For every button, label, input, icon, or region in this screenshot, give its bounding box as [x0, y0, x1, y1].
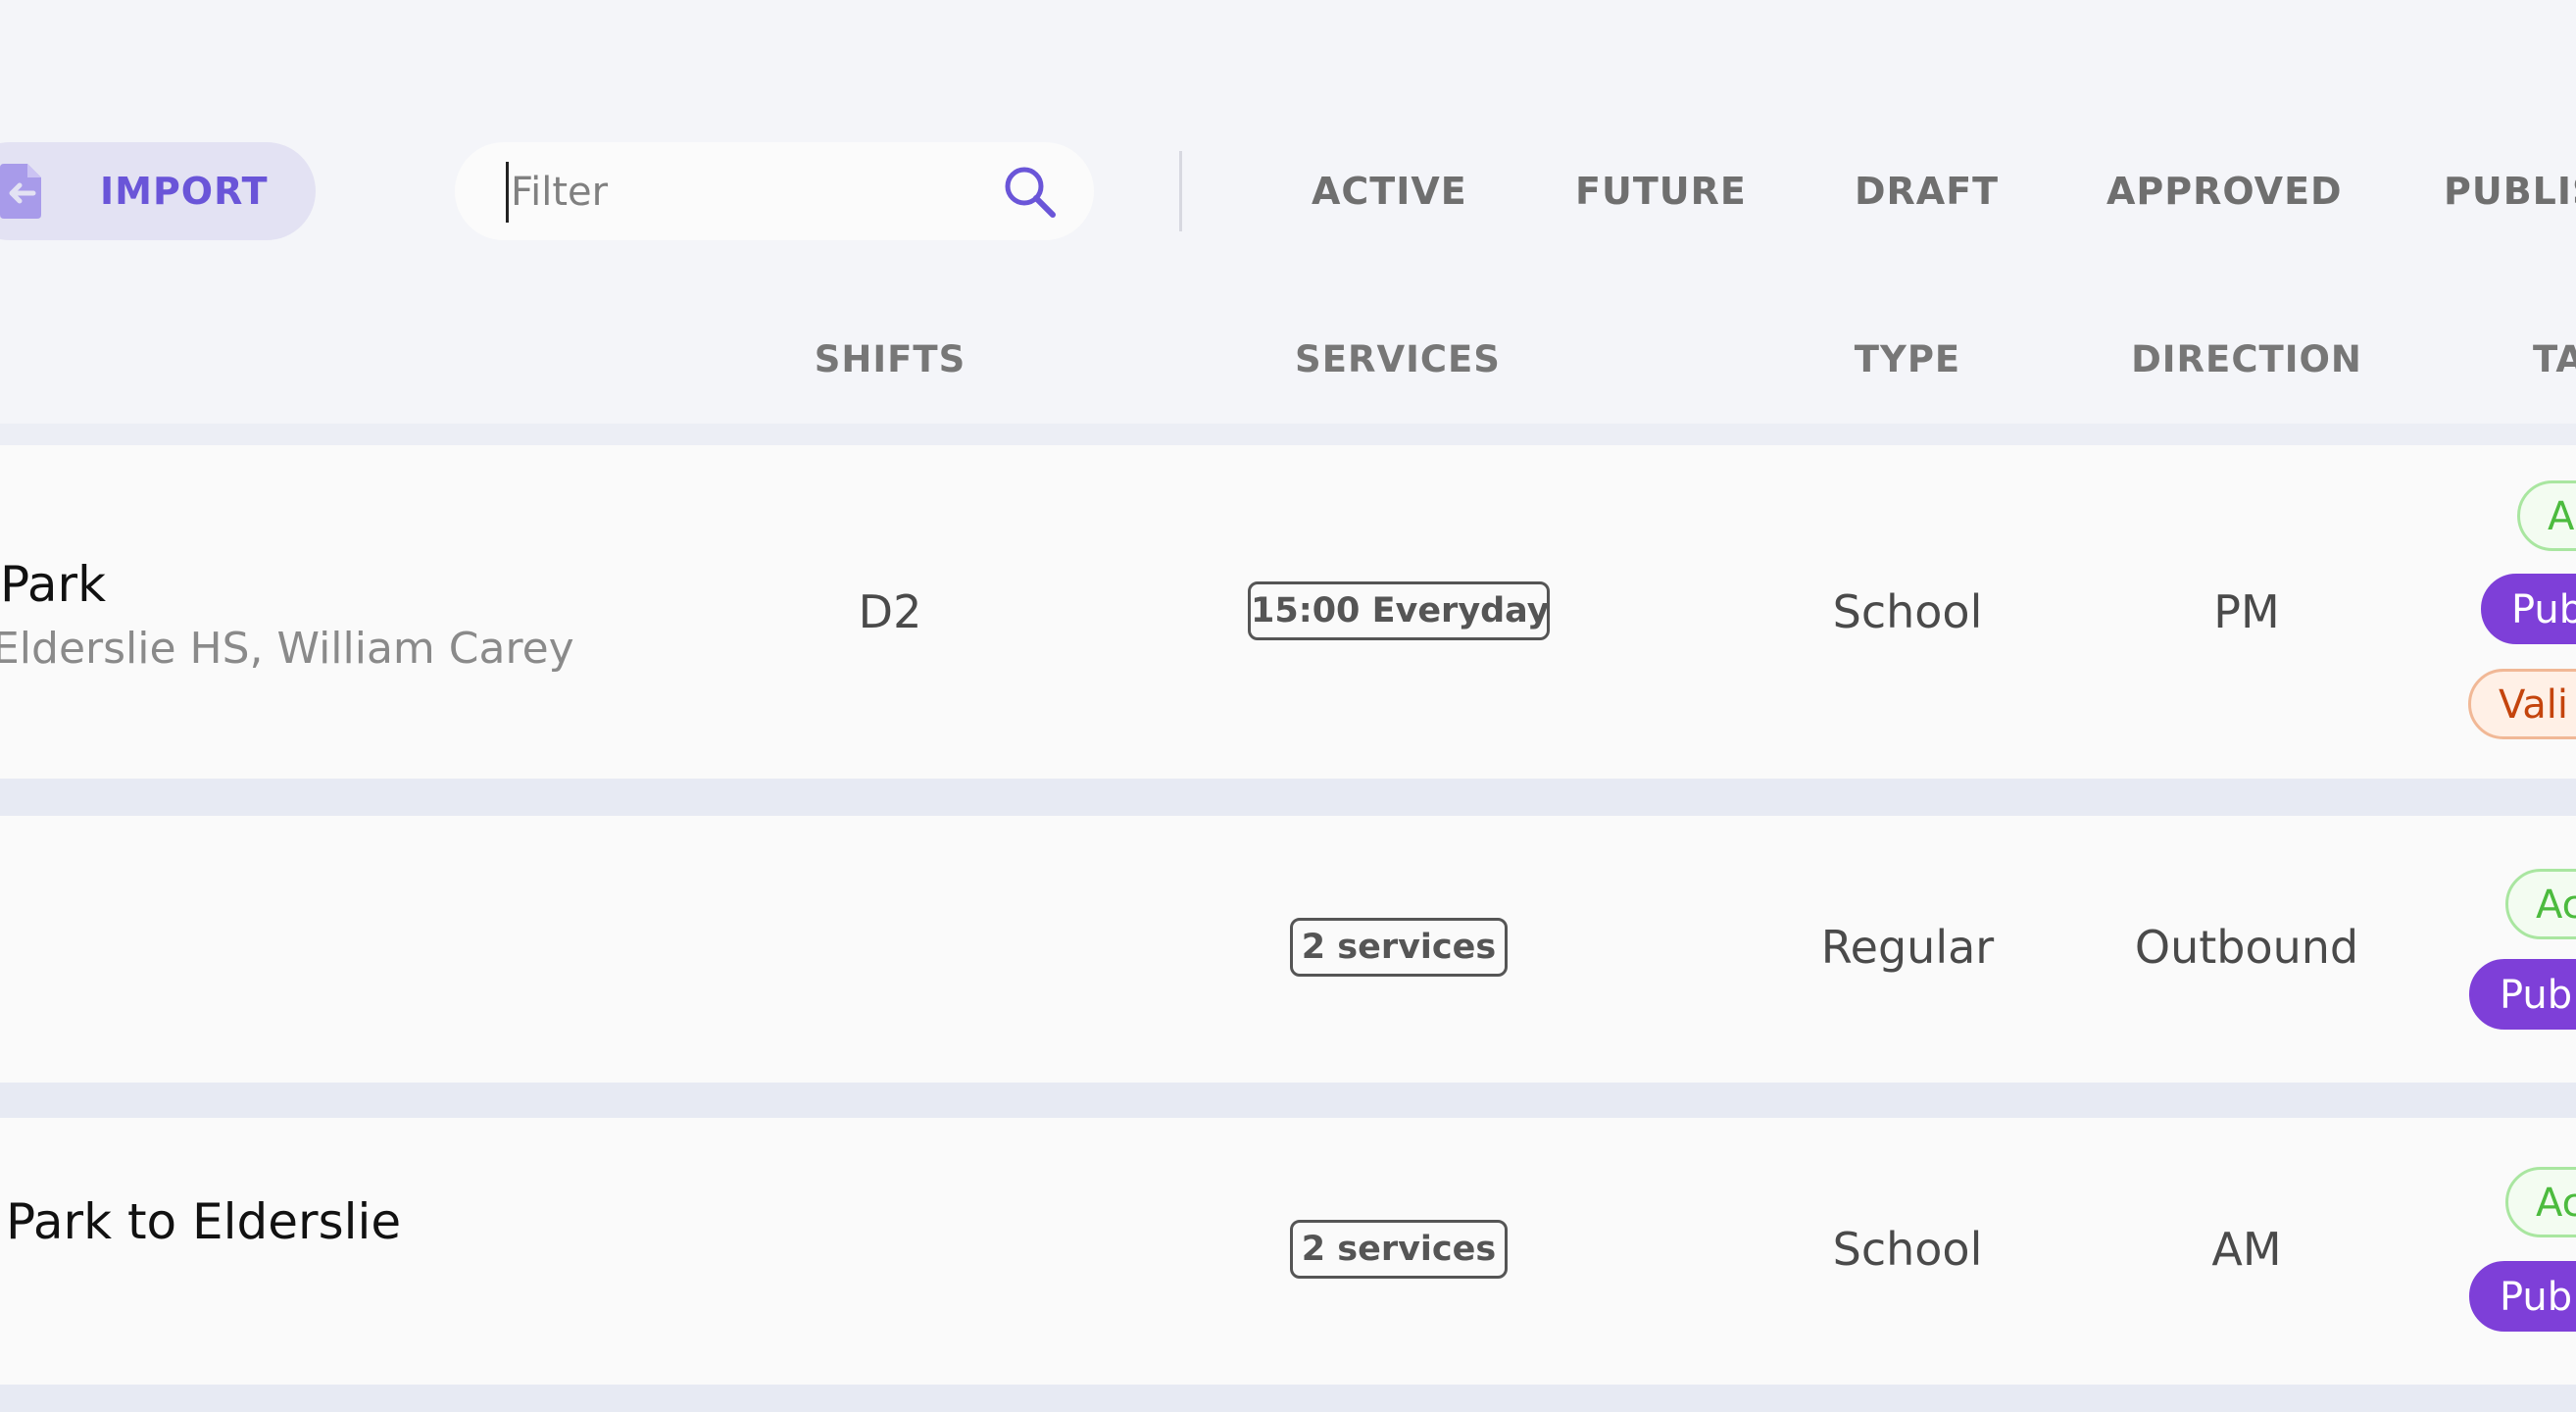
filter-search-box[interactable] [455, 142, 1094, 240]
direction-value: AM [2211, 1223, 2282, 1276]
direction-value: Outbound [2134, 921, 2359, 974]
import-button[interactable]: IMPORT [0, 142, 316, 240]
tag-published[interactable]: Pub [2481, 574, 2576, 644]
column-header-type[interactable]: TYPE [1809, 326, 2006, 394]
route-subtitle: Elderslie HS, William Carey [0, 624, 574, 674]
table-row[interactable]: 2 services Regular Outbound Ac Pub [0, 816, 2576, 1083]
tab-active[interactable]: ACTIVE [1312, 157, 1467, 226]
tab-published[interactable]: PUBLIS [2444, 157, 2576, 226]
type-value: School [1832, 585, 1983, 638]
table-row[interactable]: Park to Elderslie 2 services School AM A… [0, 1118, 2576, 1385]
tab-future[interactable]: FUTURE [1575, 157, 1747, 226]
column-header-services[interactable]: SERVICES [1251, 326, 1545, 394]
route-title: Park [0, 556, 107, 613]
row-separator [0, 1083, 2576, 1118]
import-button-label: IMPORT [100, 170, 269, 213]
type-value: School [1832, 1223, 1983, 1276]
type-value: Regular [1820, 921, 1995, 974]
filter-input[interactable] [506, 162, 983, 223]
row-separator [0, 1385, 2576, 1412]
tag-published[interactable]: Pub [2469, 959, 2576, 1030]
services-badge[interactable]: 2 services [1290, 1220, 1508, 1279]
column-header-shifts[interactable]: SHIFTS [792, 326, 988, 394]
search-icon[interactable] [1002, 164, 1057, 219]
column-header-tags[interactable]: TA [2533, 326, 2576, 394]
tab-approved[interactable]: APPROVED [2106, 157, 2343, 226]
tag-published[interactable]: Pub [2469, 1261, 2576, 1332]
tag-active[interactable]: A [2517, 480, 2576, 551]
tab-draft[interactable]: DRAFT [1855, 157, 1999, 226]
row-separator [0, 779, 2576, 816]
tag-active[interactable]: Ac [2505, 869, 2576, 939]
import-file-icon [0, 164, 41, 219]
shift-value: D2 [858, 585, 922, 638]
services-badge[interactable]: 2 services [1290, 918, 1508, 977]
route-title: Park to Elderslie [6, 1193, 402, 1250]
services-badge[interactable]: 15:00 Everyday [1248, 581, 1550, 640]
tag-active[interactable]: Ac [2505, 1167, 2576, 1237]
tag-validation[interactable]: Vali [2468, 669, 2576, 739]
toolbar-divider [1179, 151, 1182, 231]
direction-value: PM [2213, 585, 2280, 638]
column-header-direction[interactable]: DIRECTION [2100, 326, 2394, 394]
header-separator [0, 424, 2576, 445]
table-row[interactable]: Park Elderslie HS, William Carey D2 15:0… [0, 445, 2576, 779]
